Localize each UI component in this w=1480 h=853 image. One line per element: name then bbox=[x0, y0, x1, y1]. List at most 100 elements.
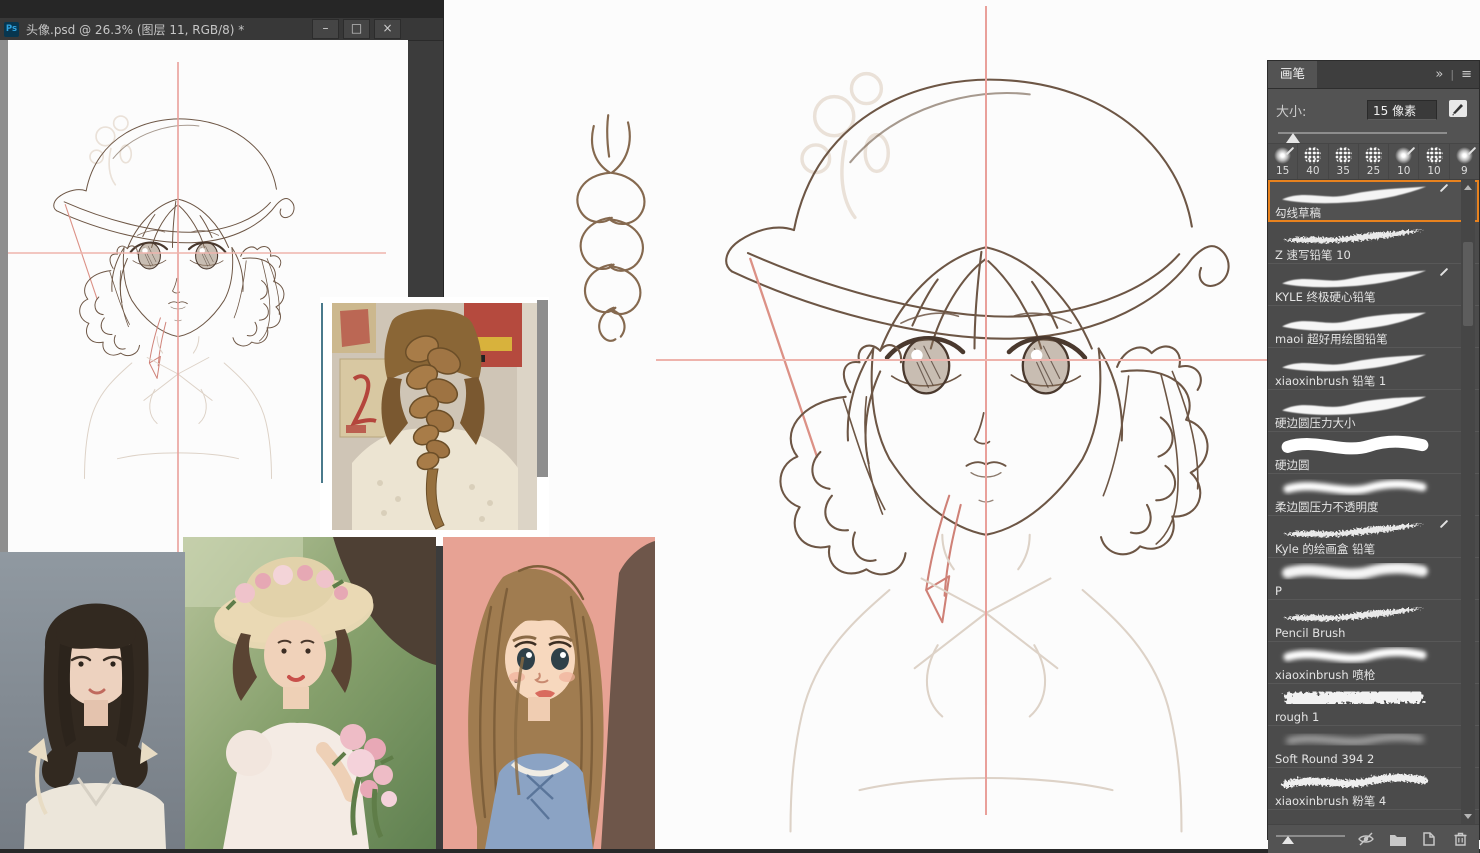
brush-preset-strip: 15 40 35 25 10 10 9 bbox=[1268, 143, 1479, 180]
scrollbar-thumb[interactable] bbox=[1463, 242, 1473, 326]
brush-name-label: Soft Round 394 2 bbox=[1275, 752, 1375, 766]
brush-list: 勾线草稿 Z 速写铅笔 10 KYLE 终极硬心铅笔 maoi 超好用绘图铅笔 … bbox=[1268, 180, 1479, 824]
brush-preset[interactable]: 15 bbox=[1268, 144, 1299, 179]
brush-preset[interactable]: 25 bbox=[1359, 144, 1390, 179]
brush-stroke-preview bbox=[1275, 518, 1435, 542]
brush-list-item[interactable]: 勾线草稿 bbox=[1268, 180, 1479, 222]
photo-scrollbar-artifact bbox=[537, 300, 548, 477]
preset-size-label: 15 bbox=[1275, 165, 1290, 177]
folder-icon bbox=[1389, 834, 1406, 846]
new-brush-button[interactable] bbox=[1418, 830, 1439, 848]
brush-stroke-preview bbox=[1275, 728, 1435, 752]
brush-list-item[interactable]: xiaoxinbrush 铅笔 1 bbox=[1268, 348, 1479, 390]
new-item-icon bbox=[1423, 832, 1435, 846]
brush-stroke-preview bbox=[1275, 644, 1435, 668]
reference-photo-flower-hat bbox=[183, 537, 436, 849]
eye-slash-icon bbox=[1358, 832, 1375, 846]
brush-preset[interactable]: 35 bbox=[1329, 144, 1359, 179]
brush-stroke-preview bbox=[1275, 560, 1435, 584]
brush-tip-icon bbox=[1334, 147, 1352, 164]
brushes-panel-header: 画笔 » | ≡ bbox=[1268, 61, 1479, 89]
brush-stroke-preview bbox=[1275, 224, 1435, 248]
tab-brushes[interactable]: 画笔 bbox=[1268, 61, 1318, 88]
brush-name-label: xiaoxinbrush 喷枪 bbox=[1275, 668, 1376, 682]
maximize-button[interactable]: □ bbox=[343, 19, 370, 39]
brush-list-scrollbar[interactable] bbox=[1461, 180, 1475, 824]
brush-stroke-preview bbox=[1275, 266, 1435, 290]
brush-preset[interactable]: 40 bbox=[1298, 144, 1329, 179]
brush-list-item[interactable]: Z 速写铅笔 10 bbox=[1268, 222, 1479, 264]
brush-name-label: Kyle 的绘画盒 铅笔 bbox=[1275, 542, 1376, 556]
reference-photo-braid bbox=[320, 297, 549, 546]
pen-pressure-icon bbox=[1439, 183, 1449, 193]
preset-size-label: 25 bbox=[1366, 165, 1381, 177]
brush-stroke-preview bbox=[1275, 602, 1435, 626]
preset-size-label: 10 bbox=[1427, 165, 1441, 177]
brush-tip-icon bbox=[1364, 147, 1382, 164]
brush-stroke-preview bbox=[1275, 476, 1435, 500]
brush-list-item[interactable]: Kyle 的绘画盒 铅笔 bbox=[1268, 516, 1479, 558]
brush-stroke-preview bbox=[1275, 350, 1435, 374]
scroll-up-icon[interactable] bbox=[1464, 185, 1472, 190]
brush-stroke-preview bbox=[1275, 686, 1435, 710]
preset-size-label: 9 bbox=[1460, 165, 1468, 177]
brush-stroke-preview bbox=[1275, 308, 1435, 332]
pen-pressure-icon bbox=[1439, 267, 1449, 277]
reference-photo-girl-pigtails bbox=[0, 552, 185, 849]
brush-list-item[interactable]: maoi 超好用绘图铅笔 bbox=[1268, 306, 1479, 348]
new-group-button[interactable] bbox=[1387, 830, 1408, 848]
app-chrome-strip bbox=[0, 0, 443, 18]
brush-name-label: xiaoxinbrush 铅笔 1 bbox=[1275, 374, 1387, 388]
brush-stroke-preview bbox=[1275, 770, 1435, 794]
brush-name-label: maoi 超好用绘图铅笔 bbox=[1275, 332, 1388, 346]
preset-size-label: 40 bbox=[1306, 165, 1320, 177]
divider: | bbox=[1450, 68, 1455, 81]
brush-name-label: KYLE 终极硬心铅笔 bbox=[1275, 290, 1376, 304]
size-label: 大小: bbox=[1276, 104, 1307, 120]
brush-tip-icon bbox=[1304, 147, 1322, 164]
brush-list-items: 勾线草稿 Z 速写铅笔 10 KYLE 终极硬心铅笔 maoi 超好用绘图铅笔 … bbox=[1268, 180, 1479, 810]
stroke-preview-slider[interactable] bbox=[1276, 831, 1346, 847]
braid-photo-image bbox=[332, 303, 537, 530]
brush-name-label: 硬边圆压力大小 bbox=[1275, 416, 1356, 430]
trash-icon bbox=[1454, 832, 1467, 846]
brush-name-label: Pencil Brush bbox=[1275, 626, 1346, 640]
brush-stroke-preview bbox=[1275, 434, 1435, 458]
brush-list-item[interactable]: 柔边圆压力不透明度 bbox=[1268, 474, 1479, 516]
slider-track bbox=[1278, 132, 1447, 134]
brush-preset[interactable]: 9 bbox=[1450, 144, 1479, 179]
toggle-stroke-preview-button[interactable] bbox=[1356, 830, 1377, 848]
delete-brush-button[interactable] bbox=[1450, 830, 1471, 848]
brush-name-label: 硬边圆 bbox=[1275, 458, 1310, 472]
brush-list-item[interactable]: KYLE 终极硬心铅笔 bbox=[1268, 264, 1479, 306]
brush-name-label: 柔边圆压力不透明度 bbox=[1275, 500, 1379, 514]
brush-list-item[interactable]: Pencil Brush bbox=[1268, 600, 1479, 642]
brush-size-row: 大小: bbox=[1268, 89, 1479, 125]
pen-pressure-icon bbox=[1439, 519, 1449, 529]
brush-preset[interactable]: 10 bbox=[1419, 144, 1450, 179]
brush-settings-icon bbox=[1449, 99, 1467, 117]
document-titlebar[interactable]: Ps 头像.psd @ 26.3% (图层 11, RGB/8) * – □ × bbox=[0, 18, 443, 41]
brush-size-slider[interactable] bbox=[1278, 127, 1469, 143]
brush-stroke-preview bbox=[1275, 182, 1435, 206]
minimize-button[interactable]: – bbox=[312, 19, 339, 39]
brush-list-item[interactable]: rough 1 bbox=[1268, 684, 1479, 726]
brush-settings-button[interactable] bbox=[1445, 98, 1471, 122]
close-button[interactable]: × bbox=[374, 19, 401, 39]
panel-menu-icon[interactable]: ≡ bbox=[1461, 67, 1472, 82]
brush-list-item[interactable]: xiaoxinbrush 喷枪 bbox=[1268, 642, 1479, 684]
brush-list-item[interactable]: P bbox=[1268, 558, 1479, 600]
slider-thumb-icon[interactable] bbox=[1286, 133, 1300, 143]
brush-tip-icon bbox=[1425, 147, 1443, 164]
scroll-down-icon[interactable] bbox=[1464, 814, 1472, 819]
brush-list-item[interactable]: Soft Round 394 2 bbox=[1268, 726, 1479, 768]
brush-preset[interactable]: 10 bbox=[1389, 144, 1420, 179]
brush-size-input[interactable] bbox=[1367, 100, 1437, 120]
brush-list-item[interactable]: xiaoxinbrush 粉笔 4 bbox=[1268, 768, 1479, 810]
collapse-panel-icon[interactable]: » bbox=[1435, 67, 1443, 82]
photoshop-logo-icon: Ps bbox=[4, 21, 19, 37]
slider-thumb-icon[interactable] bbox=[1282, 836, 1294, 844]
brush-list-item[interactable]: 硬边圆压力大小 bbox=[1268, 390, 1479, 432]
preset-size-label: 10 bbox=[1397, 165, 1411, 177]
brush-list-item[interactable]: 硬边圆 bbox=[1268, 432, 1479, 474]
